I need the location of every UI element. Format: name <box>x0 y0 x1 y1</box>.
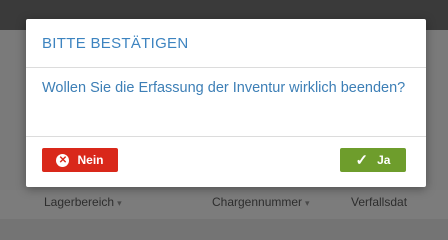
check-icon: ✓ <box>355 151 369 169</box>
column-header-verfallsdatum[interactable]: Verfallsdat <box>351 195 407 209</box>
no-button[interactable]: ✕ Nein <box>42 148 118 172</box>
column-header-lagerbereich[interactable]: Lagerbereich ▾ <box>44 195 122 209</box>
dialog-message: Wollen Sie die Erfassung der Inventur wi… <box>42 80 406 96</box>
dialog-header: BITTE BESTÄTIGEN <box>26 19 426 68</box>
confirm-dialog: BITTE BESTÄTIGEN Wollen Sie die Erfassun… <box>26 19 426 187</box>
column-header-label: Lagerbereich <box>44 195 115 209</box>
yes-button-label: Ja <box>377 153 391 167</box>
no-button-label: Nein <box>77 153 104 167</box>
sort-icon: ▾ <box>305 198 310 208</box>
dialog-footer: ✕ Nein ✓ Ja <box>26 137 426 187</box>
yes-button[interactable]: ✓ Ja <box>340 148 406 172</box>
dialog-title: BITTE BESTÄTIGEN <box>42 35 189 52</box>
column-header-label: Chargennummer <box>212 195 303 209</box>
sort-icon: ▾ <box>117 198 122 208</box>
close-circle-icon: ✕ <box>56 153 70 167</box>
column-header-chargennummer[interactable]: Chargennummer ▾ <box>212 195 310 209</box>
dialog-body: Wollen Sie die Erfassung der Inventur wi… <box>26 68 426 137</box>
column-header-label: Verfallsdat <box>351 195 408 209</box>
